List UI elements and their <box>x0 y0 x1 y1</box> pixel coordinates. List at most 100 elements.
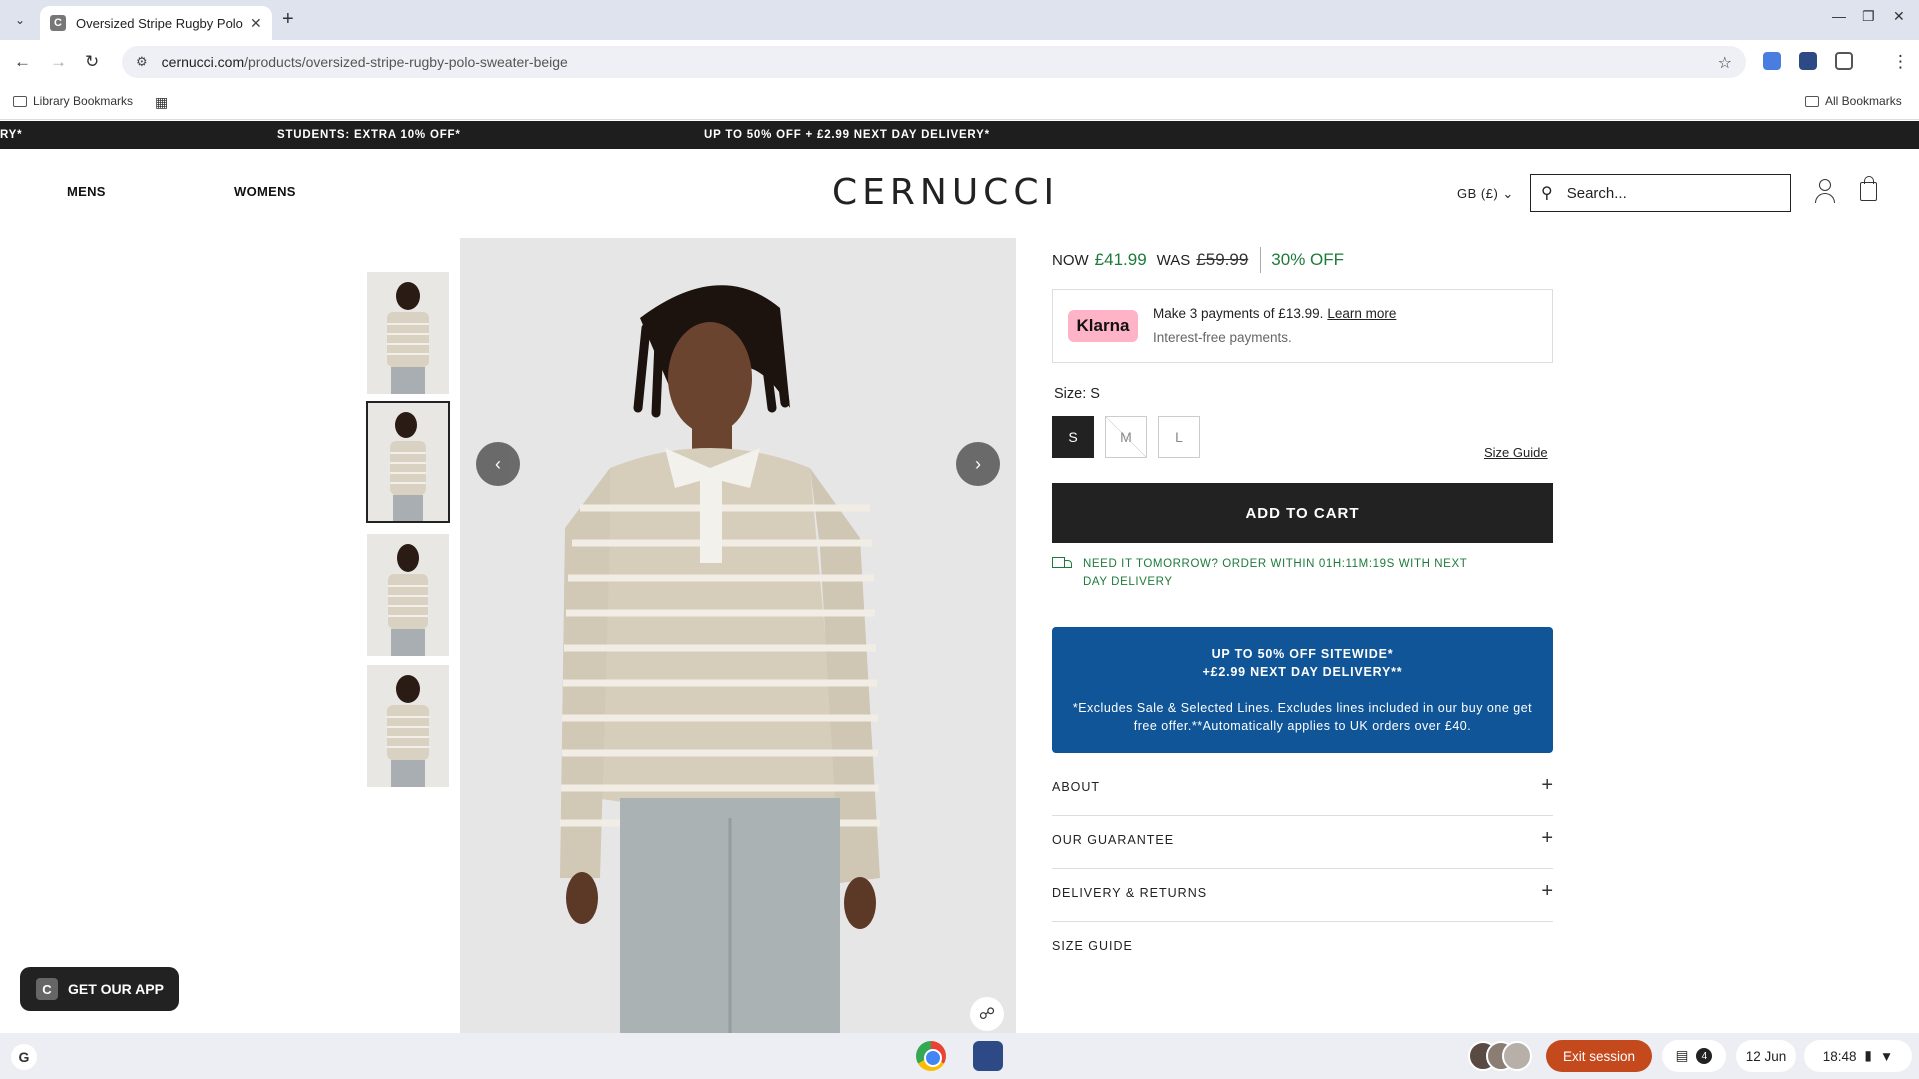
delivery-countdown-text: NEED IT TOMORROW? ORDER WITHIN 01H:11M:1… <box>1083 558 1468 588</box>
browser-toolbar: ← → ↻ ⚙ cernucci.com/products/oversized-… <box>0 40 1919 84</box>
folder-icon <box>13 95 27 107</box>
cart-bag-icon[interactable] <box>1860 176 1877 201</box>
browser-tab[interactable]: C Oversized Stripe Rugby Polo Sw ✕ <box>40 6 272 40</box>
price-row: NOW £41.99 WAS £59.99 30% OFF <box>1052 247 1344 273</box>
launcher-icon[interactable]: G <box>11 1044 37 1070</box>
clock: 18:48 <box>1822 1048 1857 1064</box>
product-thumbnail-2[interactable] <box>366 401 450 523</box>
close-window-icon[interactable]: ✕ <box>1893 8 1905 25</box>
battery-icon: ▮ <box>1864 1048 1872 1063</box>
accordion-delivery-returns[interactable]: DELIVERY & RETURNS + <box>1052 870 1553 922</box>
thumbnail-image <box>368 403 448 521</box>
new-tab-icon[interactable]: + <box>282 8 294 31</box>
tab-search-icon[interactable]: ⌄ <box>10 10 30 30</box>
apps-grid-icon[interactable]: ▦ <box>155 94 168 111</box>
account-icon[interactable] <box>1813 179 1837 205</box>
gallery-next-button[interactable]: › <box>956 442 1000 486</box>
product-thumbnail-4[interactable] <box>367 665 449 787</box>
os-taskbar: G Exit session ▤ 4 12 Jun 18:48 ▮ ▼ <box>0 1033 1919 1079</box>
search-icon[interactable]: ⚲ <box>1541 183 1553 203</box>
share-icon[interactable]: ☍ <box>970 997 1004 1031</box>
site-header: MENS WOMENS CERNUCCI GB (£) ⌄ ⚲ <box>0 149 1919 235</box>
expand-plus-icon: + <box>1541 827 1553 849</box>
now-label: NOW <box>1052 251 1089 269</box>
accordion-label: OUR GUARANTEE <box>1052 833 1175 847</box>
product-main-image[interactable]: ‹ › ☍ <box>460 238 1016 1033</box>
promo-terms: *Excludes Sale & Selected Lines. Exclude… <box>1072 701 1533 733</box>
site-favicon-icon: C <box>50 15 66 31</box>
thumbnail-image <box>367 272 449 394</box>
back-icon[interactable]: ← <box>14 52 31 72</box>
klarna-learn-more-link[interactable]: Learn more <box>1327 306 1396 321</box>
shelf-app-icon[interactable] <box>973 1041 1003 1071</box>
nav-mens[interactable]: MENS <box>67 184 106 199</box>
status-tray[interactable]: 18:48 ▮ ▼ <box>1804 1040 1912 1072</box>
size-option-l[interactable]: L <box>1158 416 1200 458</box>
price-divider <box>1260 247 1262 273</box>
add-to-cart-button[interactable]: ADD TO CART <box>1052 483 1553 543</box>
size-guide-link[interactable]: Size Guide <box>1484 445 1548 460</box>
promo-heading: UP TO 50% OFF SITEWIDE* <box>1211 647 1394 661</box>
search-input[interactable] <box>1566 184 1767 202</box>
discount-badge: 30% OFF <box>1271 250 1345 269</box>
reload-icon[interactable]: ↻ <box>85 52 99 72</box>
close-tab-icon[interactable]: ✕ <box>250 15 262 32</box>
was-label: WAS <box>1156 251 1191 269</box>
size-option-m[interactable]: M <box>1105 416 1147 458</box>
bookmark-star-icon[interactable]: ☆ <box>1718 53 1732 73</box>
forward-icon[interactable]: → <box>50 52 67 72</box>
notifications-tray[interactable]: ▤ 4 <box>1662 1040 1726 1072</box>
accordion-label: DELIVERY & RETURNS <box>1052 886 1208 900</box>
nav-womens[interactable]: WOMENS <box>234 184 296 199</box>
address-bar[interactable]: ⚙ cernucci.com/products/oversized-stripe… <box>122 46 1746 78</box>
klarna-subtext: Interest-free payments. <box>1153 330 1292 345</box>
promo-students[interactable]: STUDENTS: EXTRA 10% OFF* <box>277 129 461 141</box>
expand-plus-icon: + <box>1541 774 1553 796</box>
gallery-prev-button[interactable]: ‹ <box>476 442 520 486</box>
klarna-logo: Klarna <box>1068 310 1138 342</box>
site-info-icon[interactable]: ⚙ <box>136 54 148 70</box>
wifi-icon: ▼ <box>1879 1048 1894 1064</box>
thumbnail-image <box>367 534 449 656</box>
promo-sale[interactable]: UP TO 50% OFF + £2.99 NEXT DAY DELIVERY* <box>704 129 990 141</box>
size-option-s[interactable]: S <box>1052 416 1094 458</box>
menu-kebab-icon[interactable]: ⋮ <box>1892 52 1909 72</box>
product-thumbnail-3[interactable] <box>367 534 449 656</box>
session-avatars[interactable] <box>1468 1041 1532 1073</box>
chrome-app-icon[interactable] <box>916 1041 946 1071</box>
promo-subheading: +£2.99 NEXT DAY DELIVERY** <box>1202 665 1403 679</box>
get-app-button[interactable]: C GET OUR APP <box>20 967 179 1011</box>
thumbnail-image <box>367 665 449 787</box>
site-logo[interactable]: CERNUCCI <box>832 172 1059 213</box>
tab-title: Oversized Stripe Rugby Polo Sw <box>76 15 244 31</box>
url-text: cernucci.com/products/oversized-stripe-r… <box>161 54 568 70</box>
bookmark-all[interactable]: All Bookmarks <box>1805 94 1902 108</box>
klarna-panel: Klarna Make 3 payments of £13.99. Learn m… <box>1052 289 1553 363</box>
accordion-label: ABOUT <box>1052 780 1101 794</box>
search-bar[interactable]: ⚲ <box>1530 174 1791 212</box>
product-thumbnail-1[interactable] <box>367 272 449 394</box>
region-selector[interactable]: GB (£) ⌄ <box>1457 186 1514 202</box>
extensions-puzzle-icon[interactable] <box>1835 52 1853 70</box>
accordion-guarantee[interactable]: OUR GUARANTEE + <box>1052 817 1553 869</box>
klarna-installments: Make 3 payments of £13.99. Learn more <box>1153 306 1397 321</box>
promo-ticker: RY* STUDENTS: EXTRA 10% OFF* UP TO 50% O… <box>0 121 1919 149</box>
promo-fragment: RY* <box>0 129 23 141</box>
notification-count: 4 <box>1696 1048 1713 1064</box>
avatar <box>1502 1041 1532 1071</box>
translate-extension-icon[interactable] <box>1763 52 1781 70</box>
exit-session-button[interactable]: Exit session <box>1546 1040 1652 1072</box>
sitewide-promo-box: UP TO 50% OFF SITEWIDE* +£2.99 NEXT DAY … <box>1052 627 1553 753</box>
accordion-size-guide[interactable]: SIZE GUIDE <box>1052 923 1553 975</box>
expand-plus-icon: + <box>1541 880 1553 902</box>
product-photo <box>460 238 1016 1033</box>
bookmark-library[interactable]: Library Bookmarks <box>13 94 133 108</box>
extension-icon[interactable] <box>1799 52 1817 70</box>
bookmarks-bar: Library Bookmarks ▦ All Bookmarks <box>0 84 1919 120</box>
price-was: £59.99 <box>1196 250 1249 269</box>
selected-size-label: Size: S <box>1054 386 1100 402</box>
date-tray[interactable]: 12 Jun <box>1736 1040 1796 1072</box>
minimize-icon[interactable]: — <box>1832 8 1846 24</box>
restore-icon[interactable]: ❐ <box>1862 8 1875 25</box>
accordion-about[interactable]: ABOUT + <box>1052 764 1553 816</box>
